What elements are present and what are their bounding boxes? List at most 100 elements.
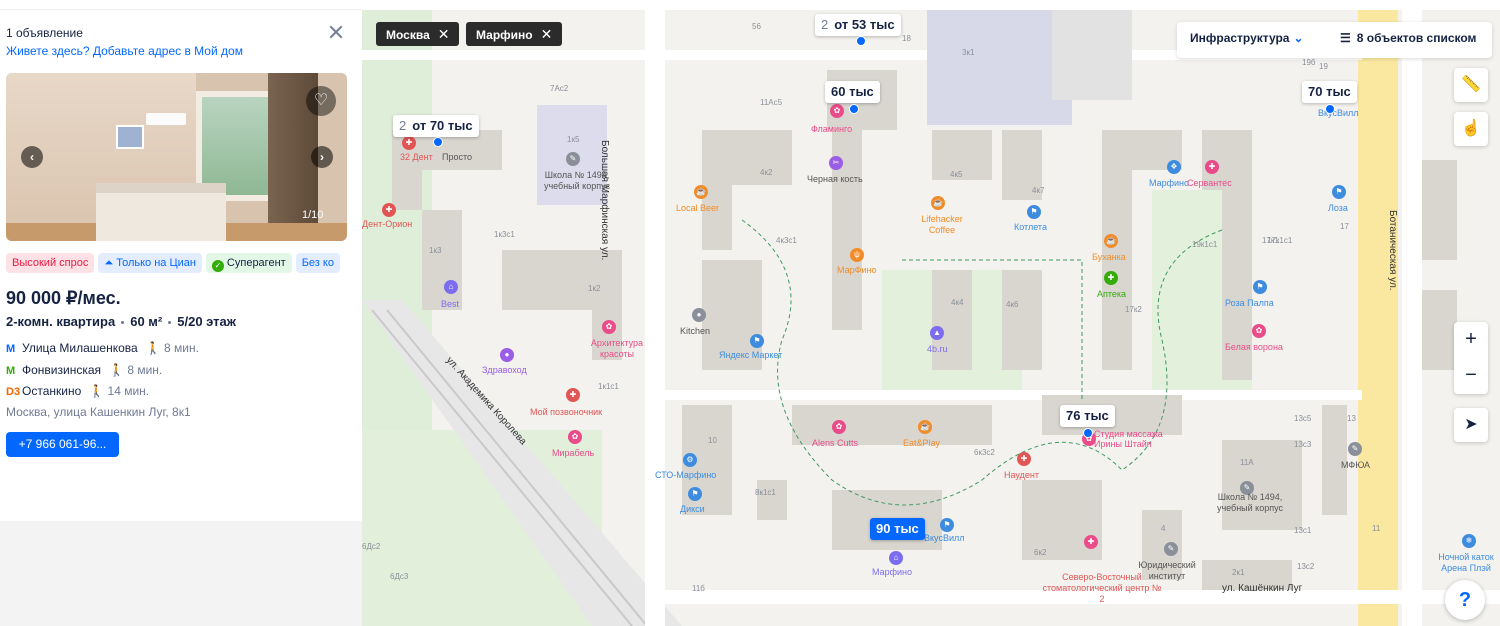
close-icon[interactable]: ✕ <box>438 26 450 42</box>
road-major <box>1358 10 1398 626</box>
restaurant-icon: ● <box>692 308 706 322</box>
poi-label: Local Beer <box>676 203 720 213</box>
hand-draw-icon[interactable]: ☝ <box>1454 112 1488 146</box>
building-number: 13с5 <box>1294 414 1312 423</box>
shop-icon: ⚑ <box>1253 280 1267 294</box>
district-icon: ⌂ <box>889 551 903 565</box>
beauty-salon-icon: ✿ <box>602 320 616 334</box>
building <box>1422 290 1457 370</box>
badge-superagent-label: Суперагент <box>226 257 286 269</box>
zoom-in-button[interactable]: + <box>1454 322 1488 356</box>
filter-chip-moscow[interactable]: Москва ✕ <box>376 22 460 46</box>
listing-count: 1 объявление <box>6 26 83 40</box>
walk-time: 8 мин. <box>163 341 199 355</box>
add-address-link[interactable]: Живете здесь? Добавьте адрес в Мой дом <box>6 44 243 58</box>
building-number: 4 <box>1161 524 1166 533</box>
pin-dot[interactable] <box>1325 104 1335 114</box>
shop-icon: ⚑ <box>750 334 764 348</box>
building-number: 1к3 <box>429 246 442 255</box>
pet-shop-icon: ❖ <box>1167 160 1181 174</box>
close-icon[interactable]: ✕ <box>541 26 553 42</box>
listing-photo[interactable]: ♡ ‹ › 1/10 <box>6 73 347 241</box>
building-number: 6к3с2 <box>974 448 995 457</box>
price-pin[interactable]: 60 тыс <box>825 81 880 103</box>
grocery-icon: ⚑ <box>940 518 954 532</box>
building-number: 4к4 <box>951 298 964 307</box>
zoom-out-button[interactable]: − <box>1454 358 1488 392</box>
poi-label: Марфино <box>872 567 913 577</box>
building <box>932 270 972 370</box>
dentist-icon: ✚ <box>402 136 416 150</box>
pin-count: 2 <box>821 17 829 32</box>
photo-bed <box>96 183 226 241</box>
favorite-heart-icon[interactable]: ♡ <box>306 86 336 116</box>
poi-label: Школа № 1494, учебный корпус <box>1216 492 1284 513</box>
spec-separator <box>121 321 125 325</box>
building-number: 17 <box>1340 222 1349 231</box>
poi-label: Lifehacker Coffee <box>921 214 963 235</box>
infrastructure-dropdown[interactable]: Инфраструктура ⌄ <box>1190 31 1304 45</box>
ruler-icon[interactable]: 📏 <box>1454 68 1488 102</box>
pin-dot[interactable] <box>856 36 866 46</box>
pin-dot[interactable] <box>1083 428 1093 438</box>
poi-label: Архитектура красоты <box>590 338 644 359</box>
building-number: 4к3с1 <box>776 236 797 245</box>
beauty-salon-icon: ✿ <box>832 420 846 434</box>
building-number: 19 <box>1319 62 1328 71</box>
metro-name: Фонвизинская <box>22 363 102 377</box>
walk-icon: 🚶 <box>89 384 105 398</box>
building-number: 4к2 <box>760 168 773 177</box>
map-canvas[interactable]: Большая Марфинская ул. ул. Академика Кор… <box>362 10 1500 626</box>
building-number: 2к1 <box>1232 568 1245 577</box>
pin-label: от 53 тыс <box>834 17 895 32</box>
building-number: 1к5 <box>567 135 580 144</box>
poi-label: Яндекс Маркет <box>719 350 783 360</box>
filter-chip-marfino[interactable]: Марфино ✕ <box>466 22 563 46</box>
price-pin[interactable]: 76 тыс <box>1060 405 1115 427</box>
price-pin-selected[interactable]: 90 тыс <box>870 518 925 540</box>
poi-label: Kitchen <box>680 326 711 336</box>
poi-label: Дент-Орион <box>362 219 413 229</box>
close-icon[interactable] <box>328 24 344 40</box>
poi-label: Мой позвоночник <box>530 407 603 417</box>
university-icon: ✎ <box>1164 542 1178 556</box>
list-view-button[interactable]: ☰ 8 объектов списком <box>1340 31 1476 45</box>
poi-label: Лоза <box>1328 203 1348 213</box>
panel-footer-area <box>0 521 362 626</box>
beauty-salon-icon: ✿ <box>830 104 844 118</box>
pin-label: 70 тыс <box>1308 84 1351 99</box>
poi-label: МФЮА <box>1341 460 1371 470</box>
badge-only-cian-label: Только на Циан <box>116 257 196 269</box>
building-number: 13с3 <box>1294 440 1312 449</box>
spec-separator <box>168 321 172 325</box>
chevron-down-icon: ⌄ <box>1293 31 1304 45</box>
poi-label: МарФино <box>837 265 877 275</box>
photo-painting <box>116 125 144 149</box>
help-button[interactable]: ? <box>1445 580 1485 620</box>
building-number: 6к2 <box>1034 548 1047 557</box>
metro-station-2: М Фонвизинская 🚶 8 мин. <box>6 362 162 378</box>
pin-dot[interactable] <box>433 137 443 147</box>
poi-label: 4b.ru <box>927 344 948 354</box>
next-photo-chevron-right-icon[interactable]: › <box>311 146 333 168</box>
zoom-control: + − <box>1454 322 1488 394</box>
building <box>1052 10 1132 100</box>
infrastructure-label: Инфраструктура <box>1190 31 1290 45</box>
locate-arrow-icon[interactable]: ➤ <box>1454 408 1488 442</box>
show-phone-button[interactable]: +7 966 061-96... <box>6 432 119 457</box>
price-pin[interactable]: 2 от 53 тыс <box>815 14 901 36</box>
poi-label: Здравоход <box>482 365 527 375</box>
entertainment-icon: ☕ <box>918 420 932 434</box>
poi-label: Дикси <box>680 504 705 514</box>
dentist-icon: ✚ <box>1205 160 1219 174</box>
list-icon: ☰ <box>1340 31 1351 45</box>
skating-icon: ❄ <box>1462 534 1476 548</box>
price-pin[interactable]: 2 от 70 тыс <box>393 115 479 137</box>
listing-address: Москва, улица Кашенкин Луг, 8к1 <box>6 405 191 419</box>
building-number: 13с2 <box>1297 562 1315 571</box>
road <box>1402 10 1422 626</box>
price-pin[interactable]: 70 тыс <box>1302 81 1357 103</box>
prev-photo-chevron-left-icon[interactable]: ‹ <box>21 146 43 168</box>
pin-dot[interactable] <box>849 104 859 114</box>
building-number: 4к6 <box>1006 300 1019 309</box>
